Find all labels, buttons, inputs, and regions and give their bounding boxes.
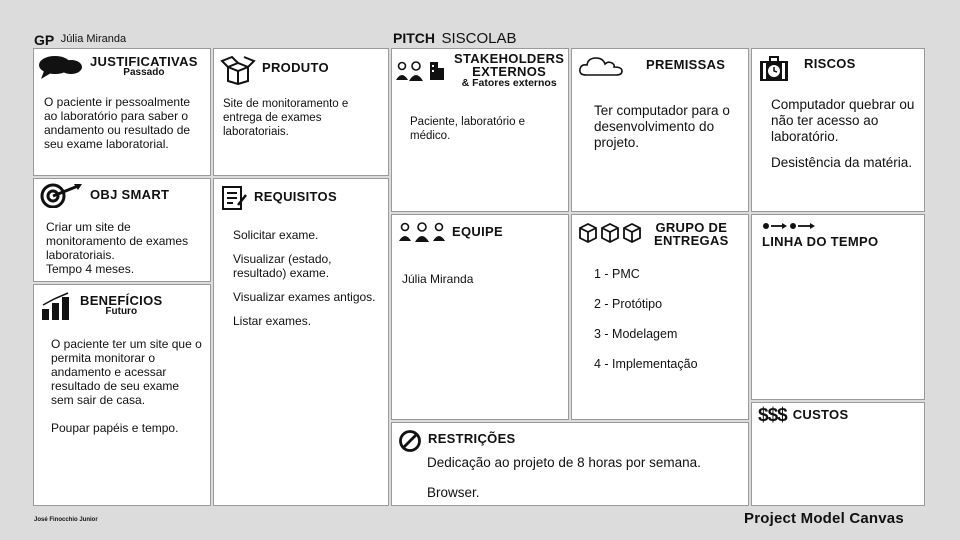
- produto-header: PRODUTO: [220, 55, 329, 85]
- riscos-item: Desistência da matéria.: [771, 155, 913, 170]
- beneficios-list: O paciente ter um site que o permita mon…: [51, 337, 203, 445]
- restricoes-box: RESTRIÇÕES Dedicação ao projeto de 8 hor…: [391, 422, 749, 506]
- entregas-item: 1 - PMC: [594, 267, 640, 281]
- premissas-title: PREMISSAS: [646, 57, 726, 72]
- growth-chart-icon: [40, 291, 74, 321]
- obj-smart-text2: Tempo 4 meses.: [46, 262, 135, 276]
- pitch-header: PITCH SISCOLAB: [393, 30, 516, 48]
- cloud-icon: [578, 55, 624, 77]
- obj-smart-title: OBJ SMART: [90, 187, 170, 202]
- restricoes-title: RESTRIÇÕES: [428, 431, 516, 446]
- requisitos-item: Solicitar exame.: [233, 228, 319, 242]
- stakeholders-title3: & Fatores externos: [461, 77, 557, 89]
- obj-smart-text: Criar um site de monitoramento de exames…: [46, 220, 206, 276]
- equipe-box: EQUIPE Júlia Miranda: [391, 214, 569, 420]
- beneficios-item: O paciente ter um site que o permita mon…: [51, 337, 202, 407]
- entregas-item: 3 - Modelagem: [594, 327, 678, 341]
- prohibited-icon: [398, 429, 422, 453]
- obj-smart-text1: Criar um site de monitoramento de exames…: [46, 220, 189, 262]
- linha-tempo-box: LINHA DO TEMPO: [751, 214, 925, 400]
- requisitos-header: REQUISITOS: [220, 185, 337, 211]
- restricoes-item: Dedicação ao projeto de 8 horas por sema…: [427, 455, 701, 470]
- riscos-title: RISCOS: [804, 56, 856, 71]
- premissas-text: Ter computador para o desenvolvimento do…: [594, 103, 730, 150]
- pitch-label: PITCH: [393, 30, 435, 46]
- produto-box: PRODUTO Site de monitoramento e entrega …: [213, 48, 389, 176]
- entregas-title2: ENTREGAS: [654, 233, 729, 248]
- footer-brand: Project Model Canvas: [744, 510, 904, 527]
- justificativas-header: JUSTIFICATIVAS Passado: [38, 53, 198, 81]
- team-icon: [398, 221, 446, 243]
- stakeholders-header: STAKEHOLDERS EXTERNOS & Fatores externos: [396, 52, 564, 88]
- justificativas-box: JUSTIFICATIVAS Passado O paciente ir pes…: [33, 48, 211, 176]
- checklist-icon: [220, 185, 248, 211]
- pitch-value: SISCOLAB: [441, 30, 517, 47]
- stakeholders-box: STAKEHOLDERS EXTERNOS & Fatores externos…: [391, 48, 569, 212]
- equipe-header: EQUIPE: [398, 221, 503, 243]
- timeline-arrows-icon: [762, 221, 824, 231]
- requisitos-title: REQUISITOS: [254, 189, 337, 204]
- riscos-list: Computador quebrar ou não ter acesso ao …: [771, 97, 921, 181]
- produto-text: Site de monitoramento e entrega de exame…: [223, 98, 349, 138]
- produto-title: PRODUTO: [262, 60, 329, 75]
- entregas-item: 2 - Protótipo: [594, 297, 663, 311]
- beneficios-item: Poupar papéis e tempo.: [51, 421, 179, 435]
- restricoes-header: RESTRIÇÕES: [398, 429, 516, 453]
- premissas-box: PREMISSAS Ter computador para o desenvol…: [571, 48, 749, 212]
- entregas-item: 4 - Implementação: [594, 357, 698, 371]
- restricoes-list: Dedicação ao projeto de 8 horas por sema…: [427, 455, 737, 511]
- requisitos-list: Solicitar exame. Visualizar (estado, res…: [233, 228, 383, 338]
- entregas-list: 1 - PMC 2 - Protótipo 3 - Modelagem 4 - …: [594, 267, 744, 387]
- linha-tempo-title: LINHA DO TEMPO: [762, 234, 879, 249]
- restricoes-item: Browser.: [427, 485, 480, 500]
- custos-box: $$$ CUSTOS: [751, 402, 925, 506]
- riscos-item: Computador quebrar ou não ter acesso ao …: [771, 97, 915, 144]
- beneficios-subtitle: Futuro: [105, 306, 138, 317]
- packages-icon: [578, 221, 644, 243]
- entregas-box: GRUPO DE ENTREGAS 1 - PMC 2 - Protótipo …: [571, 214, 749, 420]
- entregas-header: GRUPO DE ENTREGAS: [578, 221, 729, 247]
- custos-title: CUSTOS: [792, 407, 849, 422]
- people-building-icon: [396, 60, 448, 82]
- box-icon: [220, 55, 256, 85]
- requisitos-item: Listar exames.: [233, 314, 312, 328]
- requisitos-box: REQUISITOS Solicitar exame. Visualizar (…: [213, 178, 389, 506]
- footer-author: José Finocchio Junior: [34, 517, 98, 523]
- requisitos-item: Visualizar (estado, resultado) exame.: [233, 252, 332, 280]
- riscos-box: RISCOS Computador quebrar ou não ter ace…: [751, 48, 925, 212]
- time-bomb-icon: [758, 55, 790, 83]
- equipe-text: Júlia Miranda: [402, 272, 474, 286]
- target-icon: [40, 182, 84, 208]
- gp-label: GP: [34, 32, 55, 48]
- custos-header: $$$ CUSTOS: [758, 405, 848, 427]
- obj-smart-box: OBJ SMART Criar um site de monitoramento…: [33, 178, 211, 282]
- gp-name: Júlia Miranda: [60, 33, 127, 45]
- justificativas-text: O paciente ir pessoalmente ao laboratóri…: [44, 95, 191, 151]
- equipe-title: EQUIPE: [452, 224, 503, 239]
- stakeholders-text: Paciente, laboratório e médico.: [410, 116, 526, 142]
- obj-smart-header: OBJ SMART: [40, 182, 169, 208]
- speech-bubbles-icon: [38, 53, 84, 81]
- premissas-header: PREMISSAS: [578, 55, 725, 77]
- requisitos-item: Visualizar exames antigos.: [233, 290, 376, 304]
- dollar-signs-icon: $$$: [758, 405, 788, 426]
- beneficios-header: BENEFÍCIOS Futuro: [40, 291, 162, 321]
- beneficios-box: BENEFÍCIOS Futuro O paciente ter um site…: [33, 284, 211, 506]
- riscos-header: RISCOS: [758, 55, 856, 83]
- justificativas-subtitle: Passado: [123, 67, 165, 78]
